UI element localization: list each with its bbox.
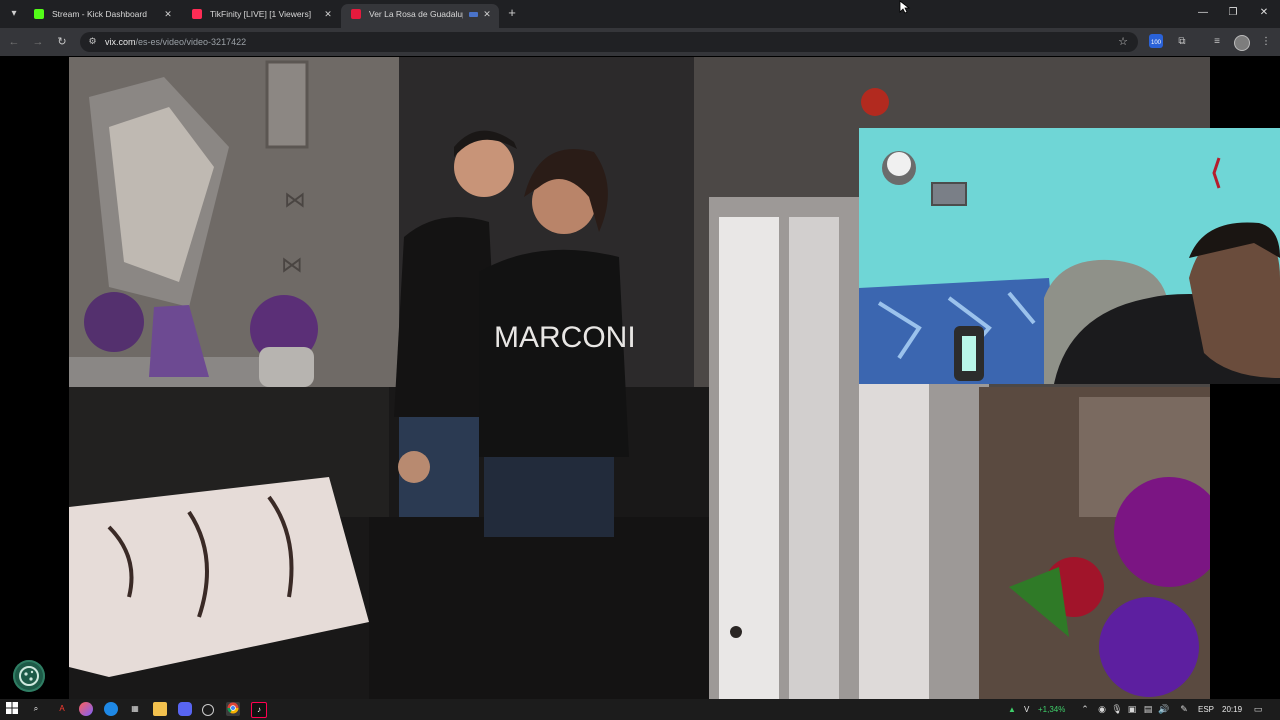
windows-taskbar: ⌕ A ▦ ♪ ▲ V +1,34% ⌃ ◉ 🎙 ▣ ▤ 🔊 ✎ ESP 20:…	[0, 699, 1280, 720]
calendar-icon[interactable]: ▦	[128, 702, 142, 716]
network-icon[interactable]: ▤	[1142, 703, 1154, 715]
cookie-settings-button[interactable]	[13, 660, 45, 692]
tab-title: TikFinity [LIVE] [1 Viewers]	[210, 9, 312, 19]
forward-icon[interactable]: →	[30, 34, 46, 50]
tray-app-icon[interactable]: ◉	[1096, 703, 1108, 715]
url-text[interactable]: vix.com/es-es/video/video-3217422	[105, 32, 246, 52]
search-icon[interactable]: ⌕	[29, 702, 43, 716]
back-icon[interactable]: ←	[6, 34, 22, 50]
url-host: vix.com	[105, 37, 136, 47]
clock[interactable]: 20:19	[1222, 699, 1242, 720]
shirt-text: MARCONI	[494, 321, 636, 354]
app-swirl-icon[interactable]	[79, 702, 93, 716]
file-explorer-icon[interactable]	[153, 702, 167, 716]
address-bar[interactable]: ⚙ vix.com/es-es/video/video-3217422 ☆	[80, 32, 1138, 52]
tab-title: Ver La Rosa de Guadalupe,	[369, 9, 463, 19]
tikfinity-favicon-icon	[192, 9, 202, 19]
stock-change-value[interactable]: +1,34%	[1038, 699, 1065, 720]
extensions-puzzle-icon[interactable]: ⧉	[1174, 34, 1190, 50]
edge-icon[interactable]	[104, 702, 118, 716]
minimize-icon[interactable]: —	[1195, 5, 1211, 21]
extension-badge-icon[interactable]: 100	[1149, 34, 1163, 48]
close-tab-icon[interactable]: ✕	[481, 4, 493, 24]
chrome-menu-icon[interactable]: ⋮	[1258, 34, 1274, 50]
kick-favicon-icon	[34, 9, 44, 19]
tab-vix-video[interactable]: Ver La Rosa de Guadalupe, ✕	[341, 4, 499, 28]
tab-strip: ▾ Stream - Kick Dashboard ✕ TikFinity [L…	[0, 0, 1280, 28]
new-tab-icon[interactable]: +	[505, 5, 519, 21]
profile-avatar[interactable]	[1234, 35, 1250, 51]
bookmark-star-icon[interactable]: ☆	[1116, 34, 1130, 50]
tab-kick-dashboard[interactable]: Stream - Kick Dashboard ✕	[24, 4, 180, 28]
browser-toolbar: ← → ↻ ⚙ vix.com/es-es/video/video-321742…	[0, 28, 1280, 56]
stock-trend-icon: ▲	[1008, 705, 1016, 714]
url-path: /es-es/video/video-3217422	[135, 37, 247, 47]
tab-tikfinity[interactable]: TikFinity [LIVE] [1 Viewers] ✕	[182, 4, 340, 28]
volume-icon[interactable]: 🔊	[1158, 703, 1170, 715]
webcam-overlay	[859, 128, 1280, 384]
svg-text:⋈: ⋈	[284, 188, 306, 213]
vix-favicon-icon	[351, 9, 361, 19]
webcam-scene	[859, 128, 1280, 384]
close-tab-icon[interactable]: ✕	[322, 4, 334, 24]
reload-icon[interactable]: ↻	[54, 34, 70, 50]
site-info-icon[interactable]: ⚙	[87, 36, 98, 47]
media-controls-icon[interactable]: ≡	[1209, 34, 1225, 50]
tray-chevron-icon[interactable]: ⌃	[1079, 703, 1091, 715]
mouse-cursor-icon	[899, 0, 911, 14]
chrome-icon[interactable]	[226, 702, 240, 716]
language-indicator[interactable]: ESP	[1198, 699, 1214, 720]
svg-text:⋈: ⋈	[281, 253, 303, 278]
notifications-icon[interactable]: ▭	[1252, 703, 1264, 715]
cookie-icon	[19, 666, 39, 686]
close-tab-icon[interactable]: ✕	[162, 4, 174, 24]
acrobat-icon[interactable]: A	[55, 702, 69, 716]
restore-icon[interactable]: ❐	[1225, 5, 1241, 21]
extension-badge-count: 100	[1150, 40, 1161, 46]
pen-icon[interactable]: ✎	[1178, 703, 1190, 715]
obs-icon[interactable]	[202, 704, 214, 716]
tray-window-icon[interactable]: ▣	[1126, 703, 1138, 715]
weather-letter: V	[1024, 705, 1030, 714]
windows-start-icon[interactable]	[5, 702, 19, 716]
tiktok-icon[interactable]: ♪	[251, 702, 267, 718]
audio-playing-icon[interactable]	[469, 12, 479, 18]
discord-icon[interactable]	[178, 702, 192, 716]
microphone-icon[interactable]: 🎙	[1111, 703, 1123, 715]
close-icon[interactable]: ✕	[1256, 5, 1272, 21]
tab-search-icon[interactable]: ▾	[6, 6, 22, 22]
tab-title: Stream - Kick Dashboard	[52, 9, 147, 19]
